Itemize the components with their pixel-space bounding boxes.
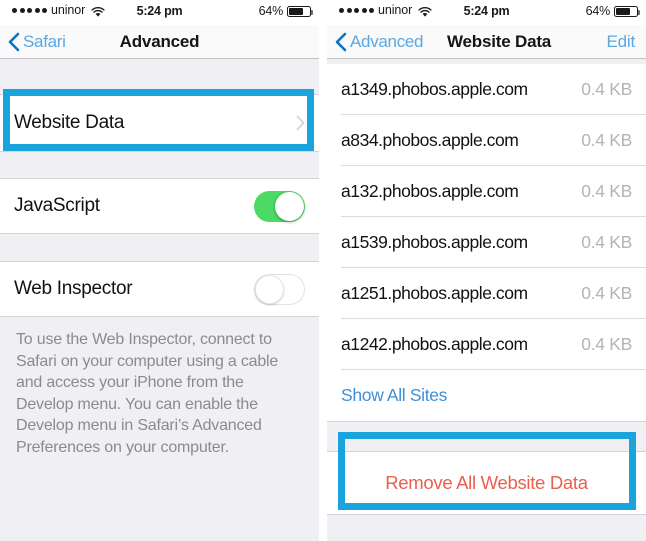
screenshot-root: uninor 5:24 pm 64% Safari Advanced Websi…	[0, 0, 646, 541]
status-bar-left: uninor 5:24 pm 64%	[0, 0, 319, 25]
group-site-list: a1349.phobos.apple.com 0.4 KB a834.phobo…	[327, 64, 646, 421]
web-inspector-toggle[interactable]	[254, 273, 305, 305]
show-all-sites-label: Show All Sites	[341, 385, 447, 405]
table-row[interactable]: a834.phobos.apple.com 0.4 KB	[327, 115, 646, 166]
nav-bar-advanced: Safari Advanced	[0, 25, 319, 59]
status-bar-battery-group: 64%	[585, 4, 640, 18]
right-phone-panel: uninor 5:24 pm 64% Advanced Website Data…	[327, 0, 646, 541]
website-data-list: a1349.phobos.apple.com 0.4 KB a834.phobo…	[327, 59, 646, 541]
site-size: 0.4 KB	[581, 181, 632, 201]
left-phone-panel: uninor 5:24 pm 64% Safari Advanced Websi…	[0, 0, 319, 541]
group-remove-all: Remove All Website Data	[327, 452, 646, 515]
status-bar-right: uninor 5:24 pm 64%	[327, 0, 646, 25]
battery-percent-label: 64%	[585, 4, 611, 18]
table-row[interactable]: a1251.phobos.apple.com 0.4 KB	[327, 268, 646, 319]
nav-bar-website-data: Advanced Website Data Edit	[327, 25, 646, 59]
table-row[interactable]: a132.phobos.apple.com 0.4 KB	[327, 166, 646, 217]
settings-row-website-data[interactable]: Website Data	[0, 95, 319, 151]
edit-button[interactable]: Edit	[607, 25, 636, 58]
toggle-knob	[275, 191, 304, 221]
settings-row-javascript[interactable]: JavaScript	[0, 179, 319, 233]
toggle-knob	[255, 274, 284, 304]
battery-icon	[614, 5, 640, 17]
group-website-data: Website Data	[0, 94, 319, 152]
site-size: 0.4 KB	[581, 283, 632, 303]
show-all-sites-row[interactable]: Show All Sites	[327, 370, 646, 421]
table-row[interactable]: a1242.phobos.apple.com 0.4 KB	[327, 319, 646, 370]
site-size: 0.4 KB	[581, 130, 632, 150]
chevron-right-icon	[296, 115, 305, 131]
page-title-advanced: Advanced	[119, 32, 200, 51]
web-inspector-footer-note: To use the Web Inspector, connect to Saf…	[16, 331, 279, 456]
battery-icon	[287, 5, 313, 17]
site-size: 0.4 KB	[581, 79, 632, 99]
table-row[interactable]: a1349.phobos.apple.com 0.4 KB	[327, 64, 646, 115]
site-name: a834.phobos.apple.com	[341, 130, 519, 150]
group-web-inspector: Web Inspector	[0, 261, 319, 317]
settings-list-advanced: Website Data JavaScript Web Inspector To…	[0, 59, 319, 541]
battery-percent-label: 64%	[258, 4, 284, 18]
site-name: a1242.phobos.apple.com	[341, 334, 528, 354]
site-size: 0.4 KB	[581, 232, 632, 252]
remove-all-website-data-button[interactable]: Remove All Website Data	[327, 452, 646, 514]
site-name: a1349.phobos.apple.com	[341, 79, 528, 99]
page-title-website-data: Website Data	[447, 32, 552, 51]
site-name: a1251.phobos.apple.com	[341, 283, 528, 303]
settings-row-web-inspector[interactable]: Web Inspector	[0, 262, 319, 316]
group-javascript: JavaScript	[0, 178, 319, 234]
site-size: 0.4 KB	[581, 334, 632, 354]
javascript-toggle[interactable]	[254, 190, 305, 222]
site-name: a1539.phobos.apple.com	[341, 232, 528, 252]
settings-row-label: Website Data	[14, 112, 125, 133]
site-name: a132.phobos.apple.com	[341, 181, 519, 201]
status-bar-battery-group: 64%	[258, 4, 313, 18]
settings-row-label: Web Inspector	[14, 278, 133, 299]
remove-all-website-data-label: Remove All Website Data	[385, 472, 588, 493]
settings-row-label: JavaScript	[14, 195, 100, 216]
panel-divider	[319, 0, 327, 541]
table-row[interactable]: a1539.phobos.apple.com 0.4 KB	[327, 217, 646, 268]
